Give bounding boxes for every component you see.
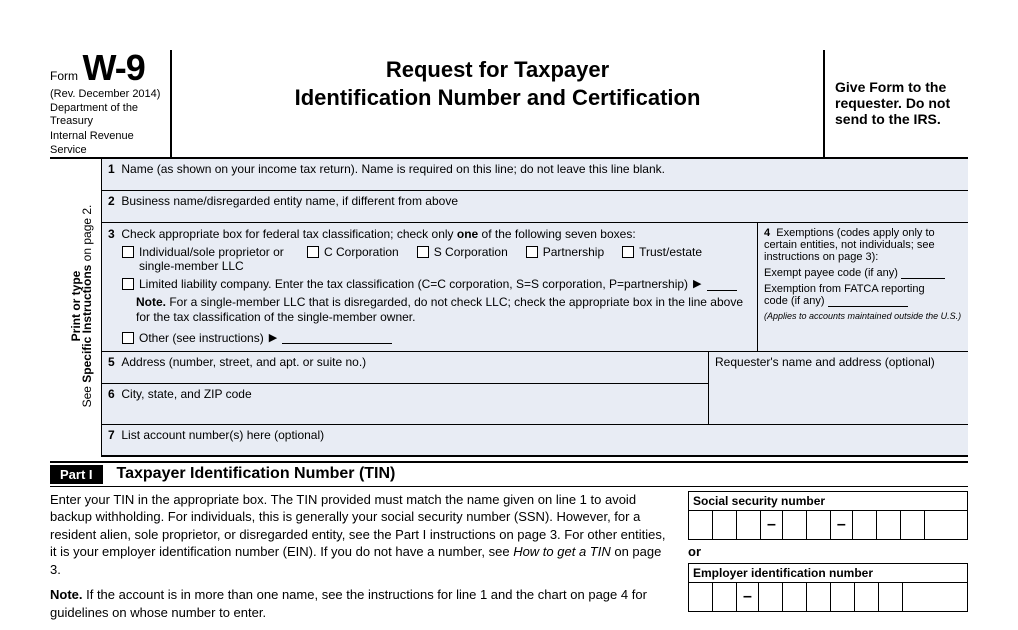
ein-digit[interactable]	[903, 583, 927, 611]
part1-badge: Part I	[50, 465, 103, 484]
dept-line2: Internal Revenue Service	[50, 130, 162, 156]
tin-para1: Enter your TIN in the appropriate box. T…	[50, 491, 672, 579]
ein-digit[interactable]	[759, 583, 783, 611]
ein-digit[interactable]	[879, 583, 903, 611]
ssn-digit[interactable]	[853, 511, 877, 539]
dash-icon: –	[831, 511, 853, 539]
tin-section: Enter your TIN in the appropriate box. T…	[50, 491, 968, 630]
title-line1: Request for Taxpayer	[182, 56, 813, 84]
or-label: or	[688, 544, 968, 559]
line3-instruction: 3 Check appropriate box for federal tax …	[108, 227, 751, 241]
part1-title: Taxpayer Identification Number (TIN)	[117, 465, 396, 483]
line3-note: Note. For a single-member LLC that is di…	[136, 295, 751, 325]
ein-digit[interactable]	[689, 583, 713, 611]
fatca-applies: (Applies to accounts maintained outside …	[764, 311, 962, 321]
line4-lead: 4 Exemptions (codes apply only to certai…	[764, 227, 962, 263]
checkbox-icon[interactable]	[122, 246, 134, 258]
line3-num: 3	[108, 227, 115, 241]
ssn-digit[interactable]	[689, 511, 713, 539]
checkbox-icon[interactable]	[122, 332, 134, 344]
ssn-input[interactable]: – –	[688, 510, 968, 540]
triangle-icon: ▶	[269, 331, 277, 344]
dash-icon: –	[761, 511, 783, 539]
ssn-label: Social security number	[688, 491, 968, 510]
chk-ccorp[interactable]: C Corporation	[307, 245, 399, 259]
sidebar: Print or type See Specific Instructions …	[50, 159, 102, 457]
form-header: Form W-9 (Rev. December 2014) Department…	[50, 50, 968, 159]
ein-label: Employer identification number	[688, 563, 968, 582]
tin-para2: Note. If the account is in more than one…	[50, 586, 672, 621]
chk-llc[interactable]: Limited liability company. Enter the tax…	[122, 277, 751, 291]
chk-trust[interactable]: Trust/estate	[622, 245, 702, 259]
ssn-digit[interactable]	[713, 511, 737, 539]
triangle-icon: ▶	[693, 277, 701, 290]
revision: (Rev. December 2014)	[50, 88, 162, 100]
checkbox-icon[interactable]	[307, 246, 319, 258]
ein-digit[interactable]	[807, 583, 831, 611]
dash-icon: –	[737, 583, 759, 611]
line-5[interactable]: 5 Address (number, street, and apt. or s…	[102, 352, 708, 384]
ssn-digit[interactable]	[925, 511, 949, 539]
address-block: 5 Address (number, street, and apt. or s…	[102, 352, 968, 425]
form-word: Form	[50, 69, 78, 83]
chk-individual[interactable]: Individual/sole proprietor or single-mem…	[122, 245, 289, 273]
line-2[interactable]: 2 Business name/disregarded entity name,…	[102, 191, 968, 223]
checkbox-icon[interactable]	[526, 246, 538, 258]
ein-input[interactable]: –	[688, 582, 968, 612]
other-input[interactable]	[282, 331, 392, 344]
ssn-digit[interactable]	[807, 511, 831, 539]
ssn-digit[interactable]	[737, 511, 761, 539]
header-left: Form W-9 (Rev. December 2014) Department…	[50, 50, 172, 157]
address-left: 5 Address (number, street, and apt. or s…	[102, 352, 708, 424]
line2-label: Business name/disregarded entity name, i…	[121, 194, 458, 208]
chk-partnership[interactable]: Partnership	[526, 245, 604, 259]
chk-other[interactable]: Other (see instructions) ▶	[122, 331, 751, 345]
ein-digit[interactable]	[783, 583, 807, 611]
header-center: Request for Taxpayer Identification Numb…	[172, 50, 823, 157]
checkbox-icon[interactable]	[122, 278, 134, 290]
line-7[interactable]: 7 List account number(s) here (optional)	[102, 425, 968, 457]
line1-label: Name (as shown on your income tax return…	[121, 162, 665, 176]
line-1[interactable]: 1 Name (as shown on your income tax retu…	[102, 159, 968, 191]
line-3: 3 Check appropriate box for federal tax …	[102, 223, 758, 351]
dept-line1: Department of the Treasury	[50, 102, 162, 128]
form-word-row: Form W-9	[50, 50, 162, 86]
ein-digit[interactable]	[855, 583, 879, 611]
chk-scorp[interactable]: S Corporation	[417, 245, 508, 259]
tin-instructions: Enter your TIN in the appropriate box. T…	[50, 491, 672, 630]
ssn-digit[interactable]	[783, 511, 807, 539]
title-line2: Identification Number and Certification	[182, 84, 813, 112]
line-6[interactable]: 6 City, state, and ZIP code	[102, 384, 708, 424]
line-4: 4 Exemptions (codes apply only to certai…	[758, 223, 968, 351]
w9-form: Form W-9 (Rev. December 2014) Department…	[50, 50, 968, 630]
llc-classification-input[interactable]	[707, 277, 737, 291]
line2-num: 2	[108, 194, 115, 208]
give-form-text: Give Form to the requester. Do not send …	[835, 79, 968, 127]
form-number: W-9	[82, 47, 144, 88]
checkbox-row-top: Individual/sole proprietor or single-mem…	[122, 245, 751, 273]
sidebar-instructions: See Specific Instructions on page 2.	[80, 166, 94, 446]
tin-number-boxes: Social security number – – or Employer i…	[688, 491, 968, 630]
header-right: Give Form to the requester. Do not send …	[823, 50, 968, 157]
exempt-payee-row: Exempt payee code (if any)	[764, 267, 962, 279]
form-body: Print or type See Specific Instructions …	[50, 159, 968, 457]
part1-header: Part I Taxpayer Identification Number (T…	[50, 461, 968, 487]
ein-digit[interactable]	[831, 583, 855, 611]
exempt-payee-input[interactable]	[901, 267, 945, 279]
ssn-digit[interactable]	[901, 511, 925, 539]
fatca-row: Exemption from FATCA reporting code (if …	[764, 283, 962, 307]
fatca-input[interactable]	[828, 295, 908, 307]
line1-num: 1	[108, 162, 115, 176]
form-lines: 1 Name (as shown on your income tax retu…	[102, 159, 968, 457]
checkbox-icon[interactable]	[622, 246, 634, 258]
requester-address[interactable]: Requester's name and address (optional)	[708, 352, 968, 424]
ssn-digit[interactable]	[877, 511, 901, 539]
line-3-4-row: 3 Check appropriate box for federal tax …	[102, 223, 968, 352]
ein-digit[interactable]	[713, 583, 737, 611]
checkbox-icon[interactable]	[417, 246, 429, 258]
